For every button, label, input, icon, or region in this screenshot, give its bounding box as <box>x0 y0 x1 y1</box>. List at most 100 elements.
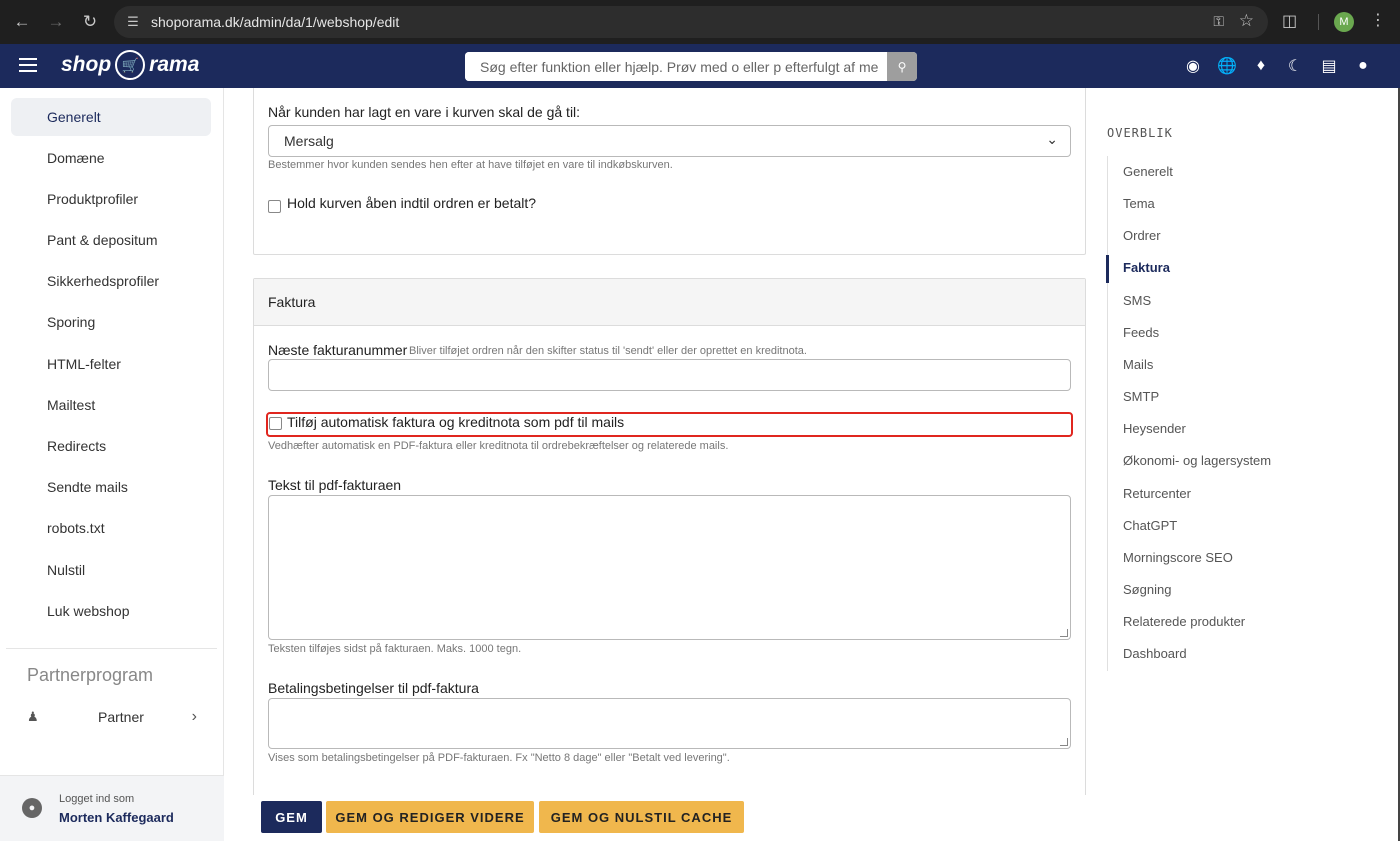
outline-link-sms[interactable]: SMS <box>1123 293 1151 308</box>
pdf-text-hint: Teksten tilføjes sidst på fakturaen. Mak… <box>268 643 522 655</box>
outline-link-okonomi[interactable]: Økonomi- og lagersystem <box>1123 453 1271 468</box>
sidebar-item-label: Sendte mails <box>47 479 128 495</box>
sidebar-item-label: Produktprofiler <box>47 191 139 207</box>
save-button[interactable]: GEM <box>261 801 322 833</box>
outline-link-tema[interactable]: Tema <box>1123 196 1155 211</box>
bell-icon[interactable]: ♦ <box>1252 56 1270 76</box>
logo-cart-icon: 🛒 <box>115 50 146 80</box>
sidebar-item-robots[interactable]: robots.txt <box>11 509 211 547</box>
sidebar-item-sporing[interactable]: Sporing <box>11 303 211 341</box>
address-bar[interactable]: ☰ shoporama.dk/admin/da/1/webshop/edit ⚿… <box>114 6 1268 38</box>
sidebar-item-label: Sikkerhedsprofiler <box>47 273 160 289</box>
bookmark-star-icon[interactable]: ☆ <box>1239 11 1254 31</box>
toolbar-divider <box>1318 14 1319 30</box>
auto-pdf-checkbox[interactable] <box>269 417 282 430</box>
outline-link-smtp[interactable]: SMTP <box>1123 389 1159 404</box>
sidebar-item-pant[interactable]: Pant & depositum <box>11 221 211 259</box>
outline-link-chatgpt[interactable]: ChatGPT <box>1123 518 1177 533</box>
invoice-card-header: Faktura <box>254 279 1085 326</box>
partner-section-title: Partnerprogram <box>27 665 154 685</box>
account-circle-icon: ● <box>22 798 42 818</box>
outline-active-marker <box>1106 255 1109 283</box>
logo-text-left: shop <box>61 53 112 76</box>
extensions-icon[interactable]: ◫ <box>1282 11 1297 31</box>
sidebar-item-sendte-mails[interactable]: Sendte mails <box>11 468 211 506</box>
forward-arrow-icon[interactable]: → <box>44 10 68 34</box>
sidebar-item-domaene[interactable]: Domæne <box>11 139 211 177</box>
search-icon[interactable]: ⚲ <box>887 52 917 81</box>
eye-icon[interactable]: ◉ <box>1184 56 1202 76</box>
reload-icon[interactable]: ↻ <box>78 10 102 34</box>
outline-link-relaterede-produkter[interactable]: Relaterede produkter <box>1123 614 1245 629</box>
outline-link-dashboard[interactable]: Dashboard <box>1123 646 1187 661</box>
outline-link-generelt[interactable]: Generelt <box>1123 164 1173 179</box>
invoice-section-title: Faktura <box>268 294 316 310</box>
profile-avatar[interactable]: M <box>1334 12 1354 32</box>
outline-link-mails[interactable]: Mails <box>1123 357 1153 372</box>
sidebar-item-nulstil[interactable]: Nulstil <box>11 551 211 589</box>
overview-outline: OVERBLIK Generelt Tema Ordrer Faktura SM… <box>1100 88 1400 841</box>
payment-terms-textarea[interactable] <box>268 698 1071 749</box>
partner-label: Partner <box>98 709 144 725</box>
browser-menu-icon[interactable]: ⋮ <box>1370 10 1386 30</box>
outline-link-morningscore[interactable]: Morningscore SEO <box>1123 550 1233 565</box>
hold-cart-checkbox[interactable] <box>268 200 281 213</box>
password-key-icon[interactable]: ⚿ <box>1213 13 1224 30</box>
sidebar-item-label: Pant & depositum <box>47 232 158 248</box>
moon-icon[interactable]: ☾ <box>1286 56 1304 76</box>
partner-menu-item[interactable]: ♟ Partner › <box>27 707 197 727</box>
sidebar-item-label: Nulstil <box>47 562 86 578</box>
outline-link-faktura[interactable]: Faktura <box>1123 260 1170 275</box>
auto-pdf-label[interactable]: Tilføj automatisk faktura og kreditnota … <box>287 414 624 430</box>
sidebar-item-label: Redirects <box>47 438 107 454</box>
people-icon: ♟ <box>27 709 39 724</box>
url-text[interactable]: shoporama.dk/admin/da/1/webshop/edit <box>151 14 399 30</box>
logo-text-right: rama <box>149 53 200 76</box>
cart-redirect-hint: Bestemmer hvor kunden sendes hen efter a… <box>268 159 673 171</box>
sidebar-item-html-felter[interactable]: HTML-felter <box>11 345 211 383</box>
hamburger-menu-icon[interactable] <box>19 58 37 72</box>
cart-redirect-select[interactable]: Mersalg ⌄ <box>268 125 1071 157</box>
main-content: Når kunden har lagt en vare i kurven ska… <box>229 88 1099 841</box>
shoporama-logo[interactable]: shop 🛒 rama <box>61 50 199 80</box>
overview-title: OVERBLIK <box>1107 126 1173 140</box>
user-icon[interactable]: ● <box>1354 56 1372 76</box>
resize-handle-icon[interactable] <box>1060 738 1068 746</box>
sidebar-item-generelt[interactable]: Generelt <box>11 98 211 136</box>
header-icons: ◉ 🌐 ♦ ☾ ▤ ● <box>1184 56 1372 76</box>
sidebar-item-label: Sporing <box>47 314 96 330</box>
save-and-continue-button[interactable]: GEM OG REDIGER VIDERE <box>326 801 534 833</box>
site-settings-icon[interactable]: ☰ <box>124 13 142 31</box>
hold-cart-label[interactable]: Hold kurven åben indtil ordren er betalt… <box>287 195 536 211</box>
cart-settings-card: Når kunden har lagt en vare i kurven ska… <box>253 88 1086 255</box>
save-and-reset-cache-button[interactable]: GEM OG NULSTIL CACHE <box>539 801 744 833</box>
app-header: shop 🛒 rama ⚲ ◉ 🌐 ♦ ☾ ▤ ● <box>0 44 1400 88</box>
settings-sidebar: Generelt Domæne Produktprofiler Pant & d… <box>0 88 224 841</box>
sidebar-item-label: HTML-felter <box>47 356 121 372</box>
sidebar-item-redirects[interactable]: Redirects <box>11 427 211 465</box>
sidebar-item-label: Luk webshop <box>47 603 130 619</box>
pdf-text-textarea[interactable] <box>268 495 1071 640</box>
globe-icon[interactable]: 🌐 <box>1217 56 1237 76</box>
back-arrow-icon[interactable]: ← <box>10 10 34 34</box>
sidebar-divider <box>6 648 217 649</box>
outline-link-heysender[interactable]: Heysender <box>1123 421 1186 436</box>
outline-link-ordrer[interactable]: Ordrer <box>1123 228 1161 243</box>
next-invoice-number-hint: Bliver tilføjet ordren når den skifter s… <box>409 345 807 357</box>
payment-terms-label: Betalingsbetingelser til pdf-faktura <box>268 680 479 696</box>
search-input[interactable] <box>465 52 887 81</box>
sidebar-item-sikkerhedsprofiler[interactable]: Sikkerhedsprofiler <box>11 262 211 300</box>
outline-link-returcenter[interactable]: Returcenter <box>1123 486 1191 501</box>
sidebar-item-produktprofiler[interactable]: Produktprofiler <box>11 180 211 218</box>
logged-in-user[interactable]: Morten Kaffegaard <box>59 810 174 825</box>
payment-terms-hint: Vises som betalingsbetingelser på PDF-fa… <box>268 752 730 764</box>
sidebar-item-luk-webshop[interactable]: Luk webshop <box>11 592 211 630</box>
resize-handle-icon[interactable] <box>1060 629 1068 637</box>
outline-link-feeds[interactable]: Feeds <box>1123 325 1159 340</box>
storage-icon[interactable]: ▤ <box>1320 56 1338 76</box>
next-invoice-number-input[interactable] <box>268 359 1071 391</box>
sidebar-item-mailtest[interactable]: Mailtest <box>11 386 211 424</box>
outline-link-sogning[interactable]: Søgning <box>1123 582 1171 597</box>
cart-redirect-label: Når kunden har lagt en vare i kurven ska… <box>268 104 581 120</box>
invoice-card: Faktura Næste fakturanummer Bliver tilfø… <box>253 278 1086 841</box>
